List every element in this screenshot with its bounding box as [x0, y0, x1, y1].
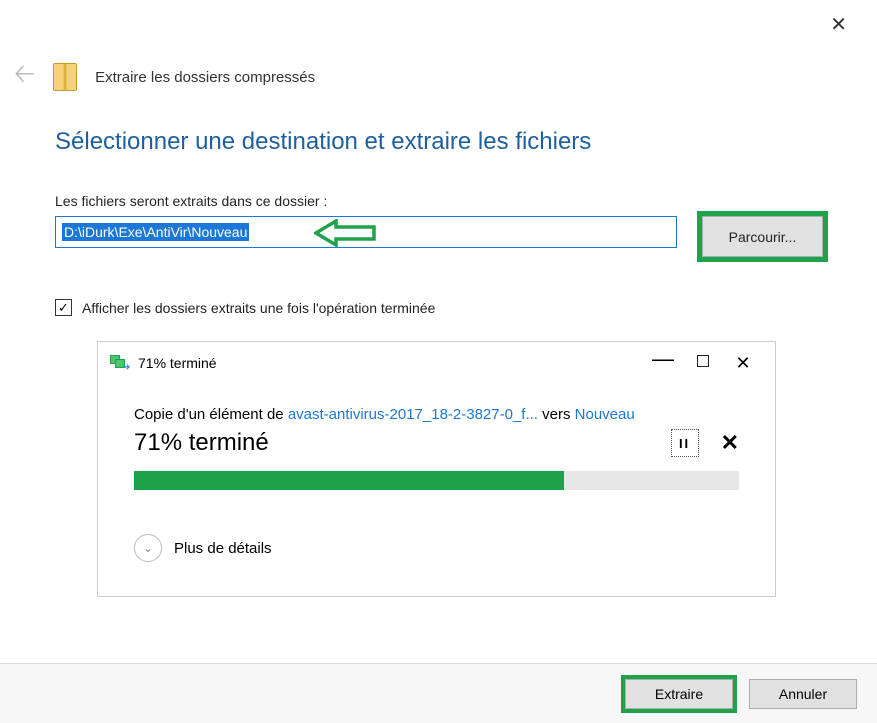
destination-link[interactable]: Nouveau [575, 406, 635, 423]
cancel-button[interactable]: Annuler [749, 679, 857, 709]
destination-label: Les fichiers seront extraits dans ce dos… [55, 193, 327, 209]
expand-details-button[interactable]: ⌄ [134, 534, 162, 562]
zip-folder-icon [53, 63, 77, 91]
window-close-button[interactable]: ✕ [822, 8, 855, 41]
footer-bar: Extraire Annuler [0, 663, 877, 723]
back-arrow-icon: 🡠 [14, 55, 35, 99]
progress-body: Copie d'un élément de avast-antivirus-20… [98, 384, 775, 562]
details-row: ⌄ Plus de détails [134, 534, 739, 562]
source-link[interactable]: avast-antivirus-2017_18-2-3827-0_f... [288, 406, 538, 423]
show-extracted-checkbox[interactable]: ✓ [55, 299, 72, 316]
maximize-button[interactable] [683, 354, 723, 372]
percent-text: 71% terminé [134, 429, 671, 457]
show-extracted-label: Afficher les dossiers extraits une fois … [82, 300, 435, 316]
show-extracted-checkbox-row: ✓ Afficher les dossiers extraits une foi… [55, 299, 435, 316]
extract-button[interactable]: Extraire [625, 679, 733, 709]
minimize-button[interactable]: — [643, 346, 683, 372]
wizard-header: 🡠 Extraire les dossiers compressés [14, 55, 315, 99]
details-label: Plus de détails [174, 540, 272, 557]
copy-icon: ➔ [110, 355, 128, 371]
progress-bar-fill [134, 471, 564, 490]
progress-title: 71% terminé [138, 355, 643, 371]
progress-bar [134, 471, 739, 490]
destination-path-value: D:\iDurk\Exe\AntiVir\Nouveau [62, 223, 249, 241]
copy-description: Copie d'un élément de avast-antivirus-20… [134, 406, 739, 423]
extract-highlight: Extraire [621, 675, 737, 713]
browse-button[interactable]: Parcourir... [702, 216, 823, 257]
progress-dialog: ➔ 71% terminé — ✕ Copie d'un élément de … [97, 341, 776, 597]
pause-button[interactable]: II [671, 429, 699, 457]
progress-titlebar: ➔ 71% terminé — ✕ [98, 342, 775, 384]
progress-close-button[interactable]: ✕ [723, 353, 763, 374]
percent-row: 71% terminé II ✕ [134, 429, 739, 457]
annotation-arrow-icon [314, 219, 378, 247]
browse-highlight: Parcourir... [697, 211, 828, 262]
cancel-copy-button[interactable]: ✕ [721, 430, 739, 456]
page-heading: Sélectionner une destination et extraire… [55, 128, 591, 156]
wizard-title: Extraire les dossiers compressés [95, 69, 315, 86]
